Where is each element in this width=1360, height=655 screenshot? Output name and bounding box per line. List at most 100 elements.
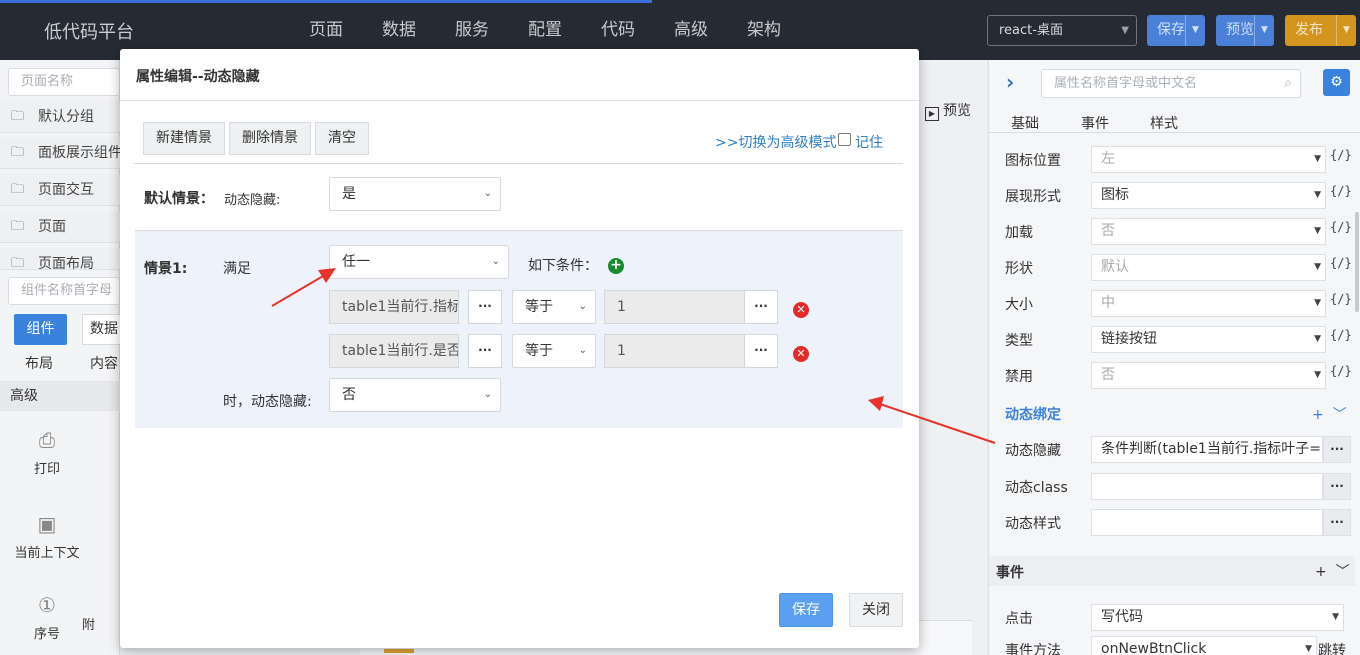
condition-value-input[interactable]: 1: [604, 334, 745, 368]
group-page[interactable]: 🗀 页面: [0, 211, 120, 243]
jump-link[interactable]: 跳转: [1318, 640, 1346, 655]
events-controls[interactable]: + ﹀: [1315, 561, 1350, 581]
caret-down-icon[interactable]: ▼: [1336, 15, 1356, 46]
chevron-right-icon[interactable]: ›: [1006, 70, 1014, 94]
prop-row-icon-position: 图标位置 左 ▼ {/}: [1005, 146, 1355, 173]
condition-operator-select[interactable]: 等于 ⌄: [512, 290, 596, 324]
delete-condition-icon[interactable]: ✕: [793, 302, 809, 318]
fx-icon[interactable]: {/}: [1330, 328, 1352, 342]
condition-field-input[interactable]: table1当前行.是否领: [329, 334, 459, 368]
remember-checkbox[interactable]: [838, 133, 851, 146]
condition-value-input[interactable]: 1: [604, 290, 745, 324]
prop-label: 图标位置: [1005, 153, 1061, 169]
prop-select-value: 否: [1101, 367, 1115, 383]
condition-field-input[interactable]: table1当前行.指标叶子: [329, 290, 459, 324]
tab-data[interactable]: 数据: [82, 314, 122, 345]
more-dots-button[interactable]: ···: [1323, 436, 1351, 463]
more-dots-button[interactable]: ···: [1323, 473, 1351, 500]
tab-events[interactable]: 事件: [1081, 113, 1109, 133]
prop-select[interactable]: 图标 ▼: [1091, 182, 1326, 209]
new-scenario-button[interactable]: 新建情景: [143, 122, 225, 155]
component-print[interactable]: ⎙ 打印: [12, 428, 82, 477]
operator-value: 等于: [525, 299, 553, 315]
prop-select[interactable]: 否 ▼: [1091, 218, 1326, 245]
env-select[interactable]: react-桌面 ▼: [987, 15, 1137, 46]
match-mode-select[interactable]: 任一 ⌄: [329, 245, 509, 279]
property-search-input[interactable]: 属性名称首字母或中文名 ⌕: [1041, 69, 1301, 98]
prop-select[interactable]: 链接按钮 ▼: [1091, 326, 1326, 353]
add-condition-icon[interactable]: +: [608, 258, 624, 274]
prop-row-display-form: 展现形式 图标 ▼ {/}: [1005, 182, 1355, 209]
binding-row-dynamic-class: 动态class ···: [1005, 473, 1355, 500]
event-row-click: 点击 写代码 ▼: [1005, 604, 1355, 631]
group-label: 面板展示组件: [38, 145, 120, 161]
more-dots-button[interactable]: ···: [1323, 509, 1351, 536]
advanced-mode-link[interactable]: >>切换为高级模式: [715, 132, 836, 152]
condition-field-dots-button[interactable]: ···: [468, 290, 502, 324]
default-value-select[interactable]: 是 ⌄: [329, 177, 501, 211]
then-value-select[interactable]: 否 ⌄: [329, 378, 501, 412]
tab-components[interactable]: 组件: [14, 314, 67, 345]
caret-down-icon[interactable]: ▼: [1185, 15, 1205, 46]
dialog-close-button[interactable]: 关闭: [849, 593, 903, 627]
fx-icon[interactable]: {/}: [1330, 220, 1352, 234]
group-panel-display[interactable]: 🗀 面板展示组件: [0, 137, 120, 169]
tab-style[interactable]: 样式: [1150, 113, 1178, 133]
play-icon: ▶: [925, 107, 939, 121]
condition-field-dots-button[interactable]: ···: [468, 334, 502, 368]
chevron-down-icon: ▼: [1332, 612, 1339, 622]
right-panel-scrollbar[interactable]: [1355, 212, 1359, 312]
fx-icon[interactable]: {/}: [1330, 256, 1352, 270]
prop-select[interactable]: 默认 ▼: [1091, 254, 1326, 281]
component-context[interactable]: ▣ 当前上下文: [12, 512, 82, 561]
binding-input[interactable]: [1091, 509, 1323, 536]
dialog-header: 属性编辑--动态隐藏: [120, 49, 919, 101]
event-select[interactable]: 写代码 ▼: [1091, 604, 1344, 631]
chevron-down-icon: ⌄: [578, 345, 587, 356]
fx-icon[interactable]: {/}: [1330, 364, 1352, 378]
prop-select[interactable]: 左 ▼: [1091, 146, 1326, 173]
preview-button-top[interactable]: 预览 ▼: [1216, 15, 1274, 46]
dynamic-binding-controls[interactable]: + ﹀: [1312, 404, 1347, 424]
page-search-input[interactable]: 页面名称: [8, 68, 120, 96]
group-default[interactable]: 🗀 默认分组: [0, 101, 120, 133]
binding-input[interactable]: 条件判断(table1当前行.指标叶子==1: [1091, 436, 1323, 463]
group-page-interaction[interactable]: 🗀 页面交互: [0, 174, 120, 206]
group-label: 页面交互: [38, 182, 94, 198]
subtab-content[interactable]: 内容: [90, 353, 118, 373]
caret-down-icon[interactable]: ▼: [1254, 15, 1274, 46]
prop-select[interactable]: 中 ▼: [1091, 290, 1326, 317]
chevron-down-icon[interactable]: ﹀: [1333, 407, 1347, 423]
canvas-preview-toggle[interactable]: ▶ 预览: [925, 100, 971, 121]
component-serial[interactable]: ① 序号: [12, 593, 82, 642]
fx-icon[interactable]: {/}: [1330, 184, 1352, 198]
prop-select-value: 图标: [1101, 187, 1129, 203]
component-attach[interactable]: 附: [82, 614, 122, 633]
publish-button-top[interactable]: 发布 ▼: [1285, 15, 1356, 46]
component-search-input[interactable]: 组件名称首字母: [8, 277, 120, 305]
subtab-layout[interactable]: 布局: [25, 353, 53, 373]
dialog-save-button[interactable]: 保存: [779, 593, 833, 627]
delete-scenario-button[interactable]: 删除情景: [229, 122, 311, 155]
chevron-down-icon: ▼: [1314, 370, 1321, 380]
binding-label: 动态class: [1005, 480, 1068, 496]
tab-basic[interactable]: 基础: [1011, 113, 1039, 133]
conditions-label: 如下条件：: [528, 258, 598, 274]
prop-select-value: 否: [1101, 223, 1115, 239]
condition-operator-select[interactable]: 等于 ⌄: [512, 334, 596, 368]
chevron-down-icon: ▼: [1314, 226, 1321, 236]
plus-icon[interactable]: +: [1312, 407, 1324, 423]
prop-select[interactable]: 否 ▼: [1091, 362, 1326, 389]
delete-condition-icon[interactable]: ✕: [793, 346, 809, 362]
condition-value-dots-button[interactable]: ···: [744, 290, 778, 324]
clear-button[interactable]: 清空: [315, 122, 369, 155]
event-method-select[interactable]: onNewBtnClick ▼: [1091, 636, 1317, 655]
condition-value-dots-button[interactable]: ···: [744, 334, 778, 368]
fx-icon[interactable]: {/}: [1330, 292, 1352, 306]
fx-icon[interactable]: {/}: [1330, 148, 1352, 162]
component-label: 附: [82, 618, 96, 633]
group-page-layout[interactable]: 🗀 页面布局: [0, 248, 120, 270]
binding-input[interactable]: [1091, 473, 1323, 500]
gear-icon[interactable]: ⚙: [1323, 69, 1350, 96]
save-button-top[interactable]: 保存 ▼: [1147, 15, 1205, 46]
